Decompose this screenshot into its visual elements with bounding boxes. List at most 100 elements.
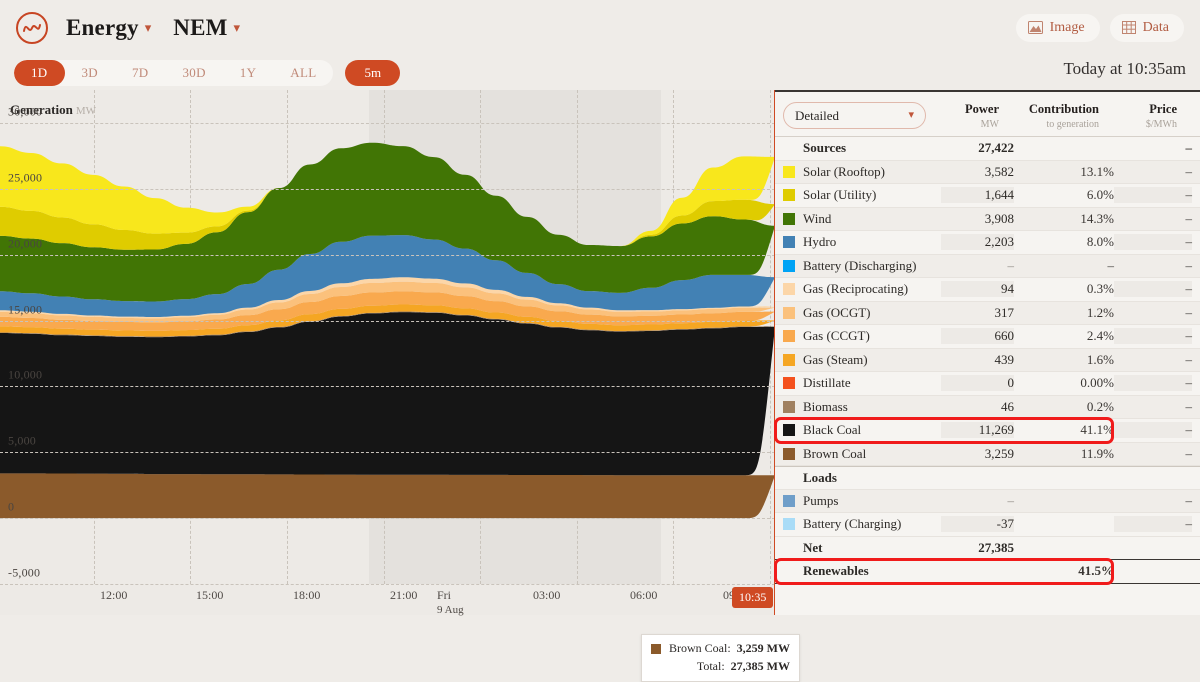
x-axis-tick-label: Fri 9 Aug: [437, 588, 464, 616]
table-row[interactable]: Gas (Reciprocating) 94 0.3% –: [775, 278, 1200, 302]
chart-gridline-horizontal: [0, 320, 775, 322]
table-row[interactable]: Pumps – –: [775, 489, 1200, 513]
net-row: Net 27,385: [775, 537, 1200, 560]
header-actions: Image Data: [1015, 13, 1184, 42]
row-contribution: 0.00%: [1080, 375, 1114, 391]
nav-label-nem: NEM: [173, 14, 228, 40]
series-color-swatch: [783, 494, 795, 507]
main-nav: Energy ▾ NEM ▾: [66, 15, 240, 41]
table-row[interactable]: Black Coal 11,269 41.1% –: [775, 419, 1200, 443]
x-axis-tick-label: 15:00: [196, 588, 224, 602]
chevron-down-icon: ▾: [233, 19, 241, 35]
row-label: Battery (Charging): [803, 516, 902, 532]
row-power: 27,385: [978, 539, 1014, 555]
row-price: –: [1185, 398, 1193, 414]
table-row[interactable]: Gas (OCGT) 317 1.2% –: [775, 301, 1200, 325]
table-row[interactable]: Gas (CCGT) 660 2.4% –: [775, 325, 1200, 349]
data-export-button[interactable]: Data: [1109, 13, 1184, 42]
tooltip-total-row: Total: 27,385 MW: [651, 659, 790, 674]
row-power: 1,644: [941, 187, 1014, 204]
y-axis-tick-label: 20,000: [8, 236, 43, 251]
summary-table: Sources 27,422– Solar (Rooftop) 3,582 13.1% –…: [775, 137, 1200, 584]
tooltip-color-swatch: [651, 643, 661, 654]
row-label: Sources: [803, 140, 847, 156]
y-axis-tick-label: -5,000: [8, 565, 41, 580]
row-contribution: 13.1%: [1080, 163, 1114, 179]
chart-unit: MW: [75, 105, 96, 117]
row-label: Wind: [803, 210, 832, 226]
range-selector: 1D 3D 7D 30D 1Y ALL: [14, 59, 334, 86]
row-contribution: 41.5%: [1078, 563, 1114, 579]
row-price: –: [1114, 516, 1192, 533]
row-power: 3,908: [984, 210, 1014, 226]
section-header-sources: Sources 27,422 –: [775, 137, 1200, 161]
column-sub-price: $/MWh: [1145, 119, 1177, 130]
x-axis-tick-label: 21:00: [390, 588, 418, 602]
row-contribution: 6.0%: [1086, 187, 1114, 203]
range-button-30d[interactable]: 30D: [166, 60, 223, 86]
range-button-1d[interactable]: 1D: [14, 59, 65, 86]
row-contribution: 1.6%: [1086, 351, 1114, 367]
series-color-swatch: [783, 165, 795, 178]
table-row[interactable]: Hydro 2,203 8.0% –: [775, 231, 1200, 255]
range-button-3d[interactable]: 3D: [65, 60, 116, 86]
range-button-1y[interactable]: 1Y: [223, 60, 274, 86]
table-row[interactable]: Gas (Steam) 439 1.6% –: [775, 348, 1200, 372]
generation-chart[interactable]: Generation MW 30,000 25,000 20,000 15,000 10,…: [0, 90, 800, 682]
opennem-logo-icon[interactable]: [16, 11, 48, 44]
row-label: Gas (OCGT): [803, 304, 871, 320]
chart-gridline-horizontal: [0, 122, 775, 124]
table-row[interactable]: Battery (Charging) -37 –: [775, 513, 1200, 537]
row-price: –: [1185, 140, 1193, 156]
row-contribution: 0.3%: [1086, 281, 1114, 297]
range-toolbar: 1D 3D 7D 30D 1Y ALL 5m Today at 10:35am: [0, 55, 1200, 90]
row-label: Solar (Utility): [803, 187, 877, 203]
row-label: Hydro: [803, 234, 837, 250]
row-power: 3,582: [984, 163, 1014, 179]
app-header: Energy ▾ NEM ▾ Image Data: [0, 0, 1200, 55]
range-button-all[interactable]: ALL: [273, 60, 333, 86]
table-row[interactable]: Wind 3,908 14.3% –: [775, 207, 1200, 231]
row-label: Distillate: [803, 375, 851, 391]
row-price: –: [1185, 351, 1193, 367]
row-contribution: 11.9%: [1080, 445, 1114, 461]
range-button-7d[interactable]: 7D: [115, 60, 166, 86]
area-series-brown-coal: [0, 473, 775, 519]
table-row[interactable]: Brown Coal 3,259 11.9% –: [775, 442, 1200, 466]
row-price: –: [1114, 375, 1192, 392]
row-price: –: [1185, 210, 1193, 226]
table-row[interactable]: Solar (Rooftop) 3,582 13.1% –: [775, 160, 1200, 184]
series-color-swatch: [783, 283, 795, 296]
nav-item-nem[interactable]: NEM ▾: [173, 15, 240, 41]
table-row[interactable]: Solar (Utility) 1,644 6.0% –: [775, 184, 1200, 208]
table-row[interactable]: Biomass 46 0.2% –: [775, 395, 1200, 419]
nav-item-energy[interactable]: Energy ▾: [66, 15, 151, 41]
row-label: Battery (Discharging): [803, 257, 917, 273]
row-price: –: [1114, 281, 1192, 298]
chart-x-axis: 12:0015:0018:0021:00Fri9 Aug03:0006:0009…: [0, 584, 775, 616]
x-axis-tick-label: 06:00: [630, 588, 658, 602]
chart-gridline-horizontal: [0, 518, 775, 520]
table-row[interactable]: Battery (Discharging) – – –: [775, 254, 1200, 278]
row-price: –: [1185, 163, 1193, 179]
row-contribution: 41.1%: [1080, 422, 1114, 438]
row-power: 660: [941, 328, 1014, 345]
row-power: 3,259: [984, 445, 1014, 461]
x-axis-tick-label: 18:00: [293, 588, 321, 602]
y-axis-tick-label: 5,000: [8, 433, 36, 448]
chevron-down-icon: ▾: [144, 19, 152, 35]
column-sub-contribution: to generation: [1046, 119, 1099, 130]
column-header-price: Price $/MWh: [1099, 102, 1177, 130]
interval-button-5m[interactable]: 5m: [345, 59, 401, 86]
table-row[interactable]: Distillate 0 0.00% –: [775, 372, 1200, 396]
now-time-marker: 10:35: [732, 587, 774, 608]
x-axis-tick-label: 12:00: [100, 588, 128, 602]
row-price: –: [1185, 257, 1193, 273]
series-color-swatch: [783, 259, 795, 272]
summary-panel: Detailed ▾ Power MW Contribution to gene…: [774, 90, 1200, 615]
row-label: Loads: [803, 469, 837, 485]
row-label: Gas (Reciprocating): [803, 281, 909, 297]
section-header-loads: Loads: [775, 466, 1200, 490]
image-export-button[interactable]: Image: [1015, 13, 1100, 42]
detail-level-select[interactable]: Detailed ▾: [783, 102, 926, 129]
